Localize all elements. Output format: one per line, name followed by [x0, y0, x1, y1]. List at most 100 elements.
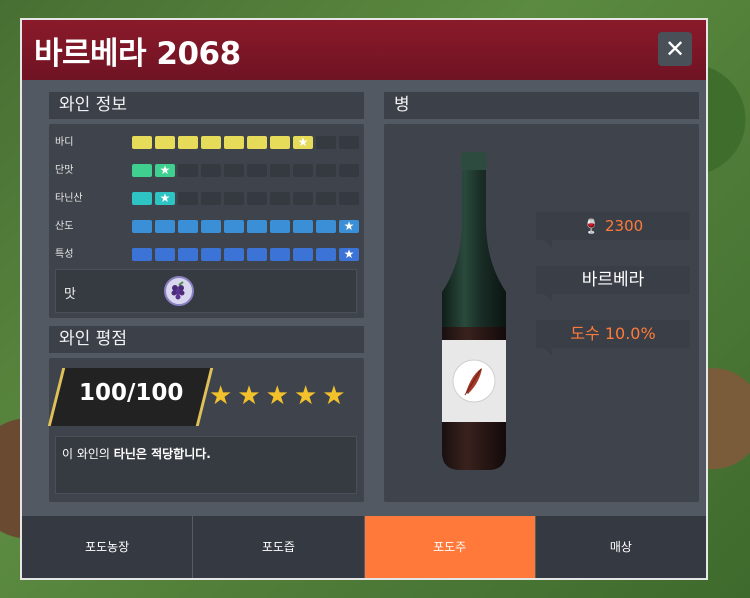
tab-sales[interactable]: 매상	[536, 516, 706, 578]
stat-segment	[224, 164, 244, 177]
stat-label: 단맛	[55, 165, 74, 176]
tab-vineyard[interactable]: 포도농장	[22, 516, 194, 578]
stat-segment	[155, 248, 175, 261]
stat-bar: ★	[132, 247, 359, 261]
stat-label: 바디	[55, 137, 74, 148]
rating-panel: 100/100 ★ ★ ★ ★ ★ 이 와인의 타닌은 적당합니다.	[47, 358, 364, 502]
stat-bar: ★	[132, 191, 359, 205]
star-icon: ★	[209, 381, 233, 411]
stat-segment	[247, 164, 267, 177]
stat-segment	[293, 164, 313, 177]
stat-segment	[201, 136, 221, 149]
score-value: 100/100	[79, 380, 184, 406]
star-icon: ★	[159, 191, 171, 205]
stat-segment	[132, 136, 152, 149]
stat-segment	[201, 248, 221, 261]
stat-segment: ★	[339, 219, 359, 233]
stat-segment	[293, 192, 313, 205]
bottle-header: 병	[384, 92, 699, 119]
stat-segment	[293, 248, 313, 261]
tab-wine[interactable]: 포도주	[364, 516, 536, 578]
star-icon: ★	[343, 219, 355, 233]
rating-comment: 이 와인의 타닌은 적당합니다.	[62, 445, 211, 462]
stat-segment	[155, 220, 175, 233]
abv-tag: 도수 10.0%	[536, 320, 690, 356]
stat-segment	[247, 248, 267, 261]
wine-info-panel: 바디 ★ 단맛 ★ 타닌산 ★ 산도 ★ 특성 ★ 맛	[49, 124, 364, 318]
stat-segment	[132, 248, 152, 261]
stat-row: 바디 ★	[55, 135, 359, 150]
close-icon: ✕	[664, 35, 686, 63]
stat-segment	[339, 192, 359, 205]
stat-segment	[132, 220, 152, 233]
stat-segment	[224, 248, 244, 261]
stat-bar: ★	[132, 163, 359, 177]
stat-segment	[178, 136, 198, 149]
stat-segment: ★	[155, 191, 175, 205]
star-icon: ★	[237, 381, 261, 411]
stat-segment	[155, 136, 175, 149]
stat-bar: ★	[132, 219, 359, 233]
star-icon: ★	[293, 381, 318, 411]
stat-segment	[201, 164, 221, 177]
stat-segment	[270, 248, 290, 261]
wine-info-header: 와인 정보	[49, 92, 364, 119]
stat-segment	[316, 164, 336, 177]
stat-segment	[339, 164, 359, 177]
stat-segment	[132, 192, 152, 205]
comment-box: 이 와인의 타닌은 적당합니다.	[55, 436, 357, 494]
stat-segment	[201, 220, 221, 233]
stat-segment	[293, 220, 313, 233]
grape-icon[interactable]	[164, 276, 194, 306]
comment-bold: 타닌은 적당합니다.	[113, 447, 211, 461]
taste-label: 맛	[64, 287, 76, 302]
bottom-tab-bar: 포도농장 포도즙 포도주 매상	[22, 516, 706, 578]
stat-label: 특성	[55, 249, 74, 260]
stat-segment	[247, 220, 267, 233]
stat-label: 타닌산	[55, 193, 83, 204]
rating-header: 와인 평점	[49, 326, 364, 353]
star-rating: ★ ★ ★ ★ ★	[209, 382, 346, 410]
taste-box: 맛	[55, 269, 357, 313]
stat-segment	[316, 248, 336, 261]
stat-segment	[270, 192, 290, 205]
stat-segment: ★	[293, 135, 313, 149]
stat-segment	[270, 136, 290, 149]
stat-segment	[201, 192, 221, 205]
stat-segment	[132, 164, 152, 177]
stat-segment	[339, 136, 359, 149]
bottle-name: 바르베라	[581, 270, 645, 290]
star-icon: ★	[159, 163, 171, 177]
stat-segment	[247, 192, 267, 205]
wine-detail-window: 바르베라 2068 ✕ 와인 정보 바디 ★ 단맛 ★ 타닌산 ★ 산도 ★ 특성 ★ 맛 와인 …	[20, 18, 708, 580]
stat-row: 단맛 ★	[55, 163, 359, 178]
bottle-panel: 🍷 2300 바르베라 도수 10.0%	[384, 124, 699, 502]
star-icon: ★	[297, 135, 309, 149]
stat-row: 타닌산 ★	[55, 191, 359, 206]
close-button[interactable]: ✕	[658, 32, 692, 66]
stat-segment	[270, 220, 290, 233]
title-bar: 바르베라 2068 ✕	[22, 20, 706, 80]
stat-segment: ★	[155, 163, 175, 177]
stat-row: 특성 ★	[55, 247, 359, 262]
stat-segment	[224, 220, 244, 233]
star-icon: ★	[343, 247, 355, 261]
abv-value: 도수 10.0%	[570, 324, 656, 343]
stat-segment	[178, 248, 198, 261]
bottle-count: 2300	[605, 217, 644, 235]
star-icon: ★	[322, 381, 346, 411]
tab-grape-juice[interactable]: 포도즙	[193, 516, 365, 578]
comment-prefix: 이 와인의	[62, 447, 114, 461]
stat-segment	[178, 220, 198, 233]
stat-row: 산도 ★	[55, 219, 359, 234]
stat-segment	[178, 164, 198, 177]
star-icon: ★	[265, 381, 289, 411]
stat-segment	[224, 136, 244, 149]
stat-segment	[316, 220, 336, 233]
stat-segment	[316, 136, 336, 149]
stat-segment	[316, 192, 336, 205]
stat-label: 산도	[55, 221, 74, 232]
stat-segment	[270, 164, 290, 177]
bottle-name-tag: 바르베라	[536, 266, 690, 302]
stat-segment	[224, 192, 244, 205]
